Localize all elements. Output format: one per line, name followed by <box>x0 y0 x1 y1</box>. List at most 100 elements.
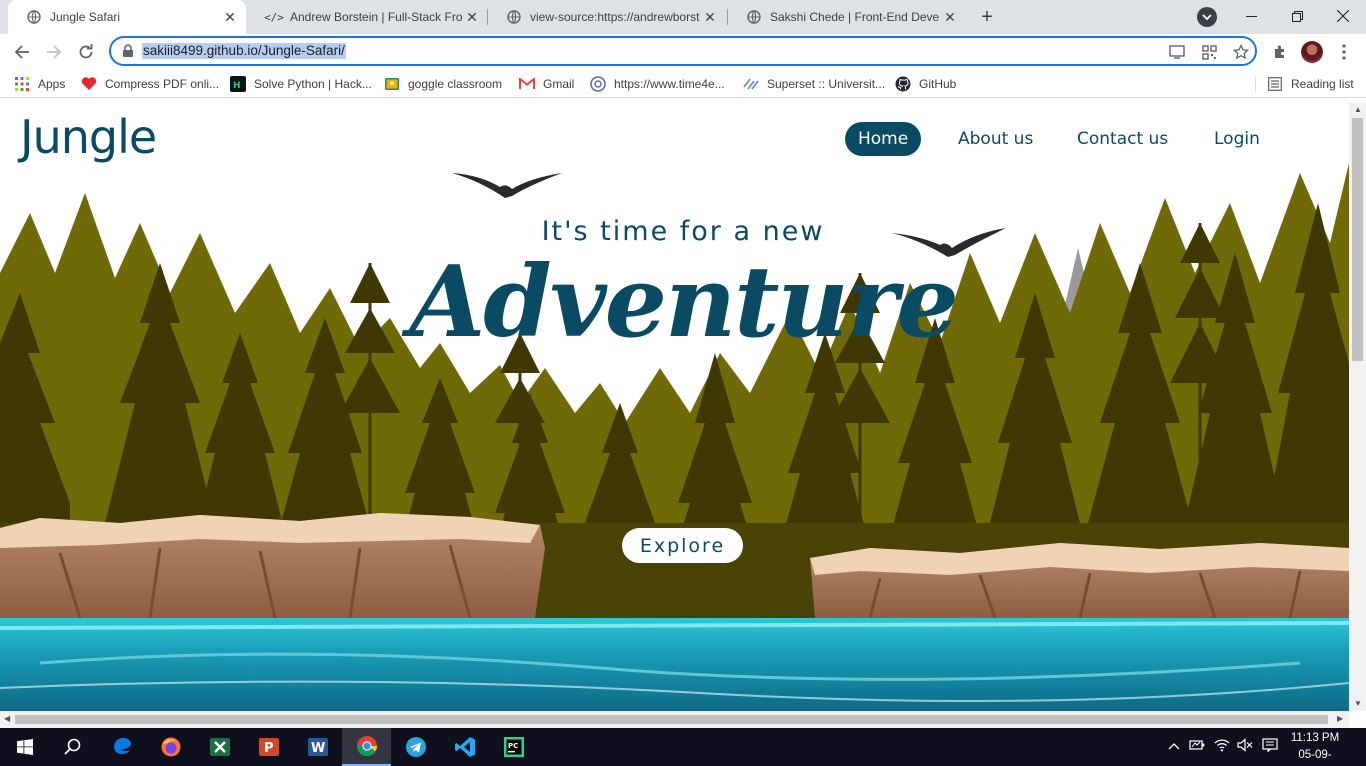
bookmark-classroom[interactable]: goggle classroom <box>384 75 502 93</box>
screen: Jungle Safari ✕ </> Andrew Borstein | Fu… <box>0 0 1366 766</box>
tab-sakshi-chede[interactable]: Sakshi Chede | Front-End Develo ✕ <box>728 0 966 34</box>
bookmark-label: GitHub <box>919 77 957 91</box>
reading-list-button[interactable]: Reading list <box>1267 75 1354 93</box>
close-icon[interactable]: ✕ <box>700 7 720 27</box>
bookmark-label: Superset :: Universit... <box>767 77 886 91</box>
install-app-icon[interactable] <box>1167 43 1187 61</box>
horizontal-scroll-thumb[interactable] <box>15 715 1328 724</box>
scroll-down-icon[interactable]: ▼ <box>1354 699 1362 708</box>
right-cliff <box>810 543 1349 619</box>
bookmark-star-icon[interactable] <box>1231 43 1251 61</box>
globe-icon <box>26 9 42 25</box>
reading-list-icon <box>1267 76 1283 92</box>
scroll-up-icon[interactable]: ▲ <box>1354 105 1362 114</box>
tab-jungle-safari[interactable]: Jungle Safari ✕ <box>8 0 246 34</box>
pycharm-icon[interactable]: PC <box>489 728 538 766</box>
svg-text:W: W <box>311 741 325 756</box>
clock-date: 05-09-2021 <box>1298 749 1332 761</box>
scroll-left-icon[interactable]: ◀ <box>4 714 10 723</box>
lock-icon[interactable] <box>122 44 134 58</box>
keyboard-icon[interactable] <box>1262 738 1278 755</box>
bookmark-apps[interactable]: Apps <box>14 75 65 93</box>
bookmarks-separator <box>1255 76 1256 92</box>
telegram-icon[interactable] <box>391 728 440 766</box>
hackerrank-icon: H <box>230 76 246 92</box>
browser-toolbar: sakiii8499.github.io/Jungle-Safari/ <box>0 34 1366 70</box>
forward-button[interactable] <box>40 38 68 66</box>
windows-taskbar: P W PC 11:13 PM 05-09- <box>0 728 1366 766</box>
bookmark-label: goggle classroom <box>408 77 503 91</box>
edge-icon[interactable] <box>98 728 147 766</box>
page-viewport: Jungle Home About us Contact us Login It… <box>0 103 1349 711</box>
nav-contact-us[interactable]: Contact us <box>1064 122 1181 156</box>
powerpoint-icon[interactable]: P <box>244 728 293 766</box>
word-icon[interactable]: W <box>293 728 342 766</box>
menu-kebab-icon[interactable] <box>1332 40 1356 64</box>
restore-button[interactable] <box>1274 0 1320 32</box>
vertical-scroll-thumb[interactable] <box>1352 118 1363 361</box>
tab-title: Sakshi Chede | Front-End Develo <box>770 10 940 24</box>
reading-list-label: Reading list <box>1291 77 1354 91</box>
tab-title: view-source:https://andrewborst <box>530 10 700 24</box>
superset-icon <box>743 76 759 92</box>
close-icon[interactable]: ✕ <box>220 7 240 27</box>
clock-time: 11:13 PM <box>1290 732 1340 744</box>
bookmark-label: Apps <box>38 77 66 91</box>
avatar <box>1301 41 1323 63</box>
tab-view-source[interactable]: view-source:https://andrewborst ✕ <box>488 0 726 34</box>
excel-icon[interactable] <box>195 728 244 766</box>
url-text[interactable]: sakiii8499.github.io/Jungle-Safari/ <box>142 43 346 59</box>
windows-start-icon[interactable] <box>0 728 49 766</box>
site-logo[interactable]: Jungle <box>20 110 157 164</box>
github-icon <box>895 76 911 92</box>
qr-code-icon[interactable] <box>1199 43 1219 61</box>
search-icon[interactable] <box>48 728 97 766</box>
close-icon[interactable]: ✕ <box>940 7 960 27</box>
globe-icon <box>746 9 762 25</box>
tab-search-button[interactable] <box>1197 7 1217 27</box>
bookmark-label: Gmail <box>543 77 575 91</box>
new-tab-button[interactable]: + <box>975 5 999 29</box>
bookmark-gmail[interactable]: Gmail <box>519 75 574 93</box>
apps-grid-icon <box>14 76 30 92</box>
explore-button[interactable]: Explore <box>622 528 743 563</box>
firefox-icon[interactable] <box>146 728 195 766</box>
vscode-icon[interactable] <box>440 728 489 766</box>
nav-login[interactable]: Login <box>1201 122 1273 156</box>
bookmark-superset[interactable]: Superset :: Universit... <box>743 75 885 93</box>
minimize-button[interactable] <box>1228 0 1274 32</box>
back-arrow-icon <box>14 45 29 59</box>
system-clock[interactable]: 11:13 PM 05-09-2021 <box>1286 730 1344 766</box>
tab-andrew-borstein[interactable]: </> Andrew Borstein | Full-Stack Fron ✕ <box>248 0 488 34</box>
scroll-right-icon[interactable]: ▶ <box>1337 714 1343 723</box>
bookmark-time4e[interactable]: https://www.time4e... <box>590 75 725 93</box>
svg-text:P: P <box>264 741 274 756</box>
globe-icon <box>506 9 522 25</box>
chrome-icon[interactable] <box>342 728 391 766</box>
minimize-icon <box>1245 15 1257 17</box>
classroom-icon <box>384 76 400 92</box>
wifi-icon[interactable] <box>1214 738 1230 755</box>
bookmark-github[interactable]: GitHub <box>895 75 956 93</box>
svg-text:H: H <box>233 81 241 91</box>
battery-icon[interactable] <box>1189 738 1205 755</box>
chevron-up-icon[interactable] <box>1168 738 1180 753</box>
chevron-down-icon <box>1202 14 1212 21</box>
bookmark-hackerrank[interactable]: H Solve Python | Hack... <box>230 75 372 93</box>
extensions-icon[interactable] <box>1268 40 1292 64</box>
bookmark-label: Solve Python | Hack... <box>254 77 372 91</box>
nav-home[interactable]: Home <box>845 122 922 156</box>
address-bar[interactable]: sakiii8499.github.io/Jungle-Safari/ <box>109 36 1257 66</box>
svg-text:PC: PC <box>508 742 518 750</box>
nav-about-us[interactable]: About us <box>945 122 1046 156</box>
window-close-button[interactable] <box>1320 0 1366 32</box>
globe-icon <box>590 76 606 92</box>
back-button[interactable] <box>8 38 36 66</box>
bookmark-compress-pdf[interactable]: Compress PDF onli... <box>81 75 219 93</box>
reload-button[interactable] <box>72 38 100 66</box>
profile-avatar[interactable] <box>1300 40 1324 64</box>
volume-muted-icon[interactable] <box>1237 738 1253 755</box>
tab-title: Jungle Safari <box>50 10 121 24</box>
close-icon[interactable]: ✕ <box>462 7 482 27</box>
gmail-icon <box>519 76 535 92</box>
